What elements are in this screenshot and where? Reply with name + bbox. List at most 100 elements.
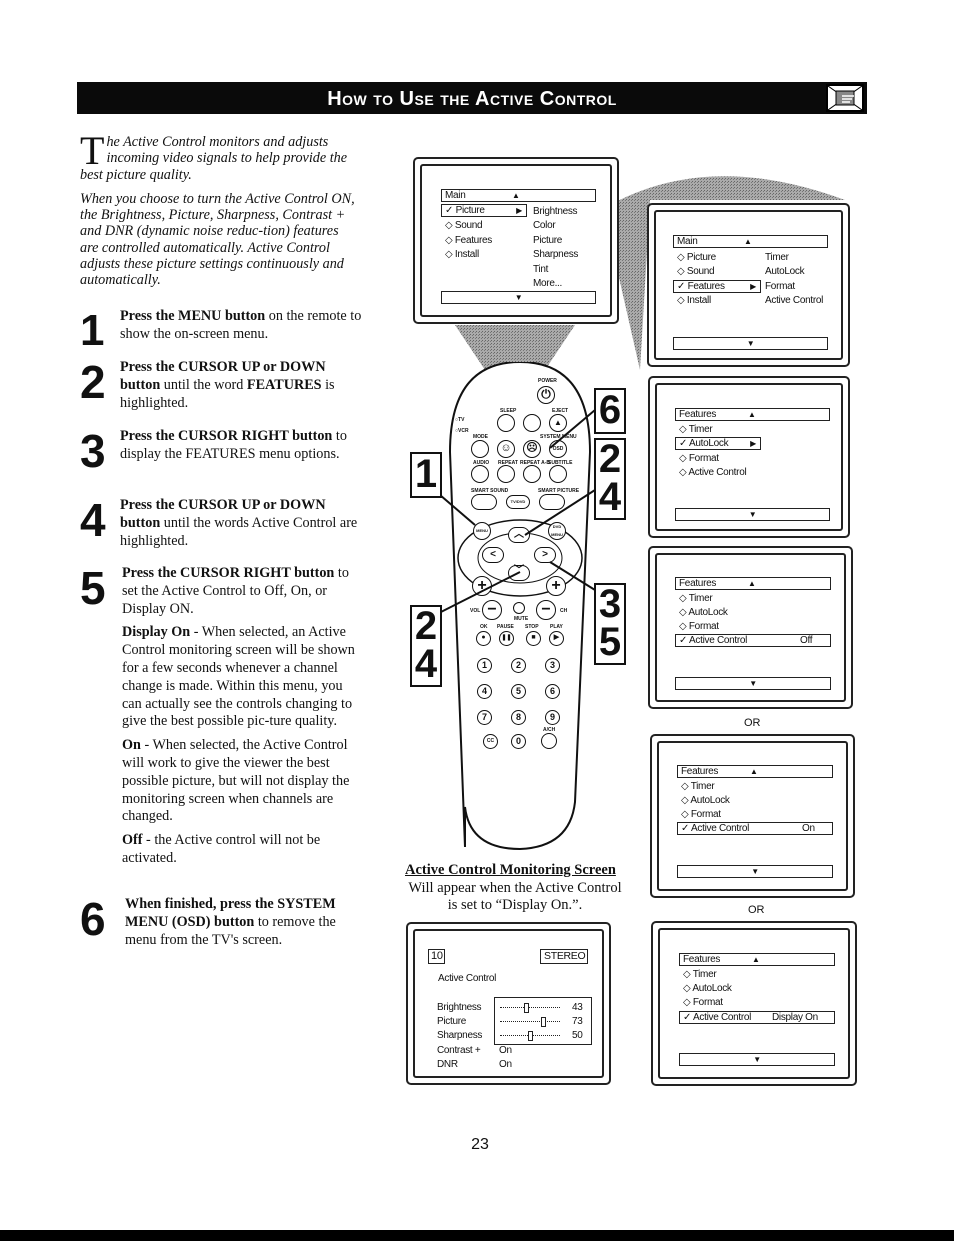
- menu-item-format[interactable]: ◇ Format: [683, 996, 723, 1009]
- option-off: Off - the Active control will not be act…: [122, 832, 321, 866]
- submenu-item-active-control[interactable]: Active Control: [765, 294, 823, 307]
- channel-number: 10: [428, 949, 445, 964]
- menu-item-active-control[interactable]: ◇ Active Control: [679, 466, 747, 479]
- alternate-channel-button[interactable]: [541, 733, 557, 749]
- scroll-down-bar[interactable]: ▼: [675, 508, 830, 521]
- down-arrow-icon: ▼: [749, 679, 757, 688]
- tv-screen-monitoring: 10 STEREO Active Control Brightness Pict…: [406, 922, 611, 1085]
- scroll-down-bar[interactable]: ▼: [679, 1053, 835, 1066]
- menu-title-bar: Features ▲: [675, 408, 830, 421]
- scroll-down-bar[interactable]: ▼: [673, 337, 828, 350]
- digit-8-button[interactable]: 8: [511, 710, 526, 725]
- menu-title-bar: Features ▲: [675, 577, 831, 590]
- slider-knob[interactable]: [528, 1031, 533, 1041]
- step-number: 5: [80, 562, 106, 614]
- menu-item-autolock[interactable]: ◇ AutoLock: [679, 606, 728, 619]
- submenu-item[interactable]: Picture: [533, 234, 562, 247]
- step-6: 6 When finished, press the SYSTEM MENU (…: [80, 896, 365, 952]
- menu-item-active-control-selected[interactable]: ✓ Active Control Off: [675, 634, 831, 647]
- menu-item-active-control-selected[interactable]: ✓ Active Control On: [677, 822, 833, 835]
- slider-knob[interactable]: [524, 1003, 530, 1013]
- scroll-down-bar[interactable]: ▼: [675, 677, 831, 690]
- menu-item-autolock-selected[interactable]: ✓ AutoLock ▶: [675, 437, 761, 450]
- digit-0-button[interactable]: 0: [511, 734, 526, 749]
- tv-screen-main-features: Main ▲ ◇ Picture ◇ Sound ✓ Features ▶ ◇ In…: [647, 203, 850, 367]
- active-control-value: On: [802, 823, 815, 834]
- submenu-item-more[interactable]: More...: [533, 277, 562, 290]
- tv-screen-main-picture: Main ▲ ✓ Picture ▶ ◇ Sound ◇ Features ◇ In…: [413, 157, 619, 324]
- menu-item-sound[interactable]: ◇ Sound: [445, 219, 483, 232]
- submenu-item[interactable]: Tint: [533, 263, 548, 276]
- step-5: 5 Press the CURSOR RIGHT button to set t…: [80, 565, 365, 885]
- intro-text: The Active Control monitors and adjusts …: [80, 128, 360, 297]
- menu-item-timer[interactable]: ◇ Timer: [679, 592, 713, 605]
- step-text: Press the CURSOR UP or DOWN button until…: [120, 359, 335, 411]
- step-2: 2 Press the CURSOR UP or DOWN button unt…: [80, 359, 365, 415]
- picture-slider[interactable]: [500, 1017, 560, 1027]
- drop-cap: T: [80, 128, 105, 173]
- slider-value: 73: [572, 1016, 583, 1027]
- step-4: 4 Press the CURSOR UP or DOWN button unt…: [80, 497, 365, 553]
- down-arrow-icon: ▼: [514, 293, 523, 302]
- menu-item-timer[interactable]: ◇ Timer: [679, 423, 713, 436]
- footer-bar: [0, 1230, 954, 1241]
- menu-title-bar: Main ▲: [441, 189, 596, 202]
- up-arrow-icon: ▲: [752, 955, 760, 964]
- menu-item-autolock[interactable]: ◇ AutoLock: [681, 794, 730, 807]
- submenu-item[interactable]: Brightness: [533, 205, 578, 218]
- tv-screen-features-autolock: Features ▲ ◇ Timer ✓ AutoLock ▶ ◇ Format ◇…: [648, 376, 850, 538]
- callout-step-1: 1: [410, 452, 442, 498]
- menu-item-picture-selected[interactable]: ✓ Picture ▶: [441, 204, 527, 217]
- slider-value: 50: [572, 1030, 583, 1041]
- menu-item-format[interactable]: ◇ Format: [679, 620, 719, 633]
- menu-item-timer[interactable]: ◇ Timer: [681, 780, 715, 793]
- callout-steps-2-4-up: 24: [594, 438, 626, 520]
- up-arrow-icon: ▲: [748, 410, 756, 419]
- menu-item-autolock[interactable]: ◇ AutoLock: [683, 982, 732, 995]
- step-3: 3 Press the CURSOR RIGHT button to displ…: [80, 428, 365, 484]
- scroll-down-bar[interactable]: ▼: [677, 865, 833, 878]
- tv-screen-active-control-display-on: Features ▲ ◇ Timer ◇ AutoLock ◇ Format ✓ …: [651, 921, 857, 1086]
- intro-paragraph-2: When you choose to turn the Active Contr…: [80, 190, 355, 289]
- menu-item-picture[interactable]: ◇ Picture: [677, 251, 716, 264]
- menu-item-sound[interactable]: ◇ Sound: [677, 265, 715, 278]
- submenu-item-format[interactable]: Format: [765, 280, 795, 293]
- toggle-value: On: [499, 1045, 512, 1056]
- intro-paragraph-1: he Active Control monitors and adjusts i…: [80, 134, 348, 183]
- menu-item-features-selected[interactable]: ✓ Features ▶: [673, 280, 761, 293]
- menu-item-install[interactable]: ◇ Install: [677, 294, 711, 307]
- slider-knob[interactable]: [540, 1017, 546, 1027]
- or-label: OR: [744, 717, 761, 729]
- submenu-item-autolock[interactable]: AutoLock: [765, 265, 805, 278]
- menu-item-timer[interactable]: ◇ Timer: [683, 968, 717, 981]
- menu-item-features[interactable]: ◇ Features: [445, 234, 492, 247]
- step-text: Press the MENU button on the remote to s…: [120, 308, 362, 342]
- scroll-down-bar[interactable]: ▼: [441, 291, 596, 304]
- up-arrow-icon: ▲: [744, 237, 752, 246]
- toggle-label: Contrast +: [437, 1045, 481, 1056]
- step-text: Press the CURSOR RIGHT button to set the…: [122, 565, 365, 868]
- digit-9-button[interactable]: 9: [545, 710, 560, 725]
- step-number: 1: [80, 306, 105, 355]
- sharpness-slider[interactable]: [500, 1031, 560, 1041]
- right-arrow-icon: ▶: [750, 282, 756, 291]
- menu-item-install[interactable]: ◇ Install: [445, 248, 479, 261]
- menu-item-format[interactable]: ◇ Format: [679, 452, 719, 465]
- tv-screen-active-control-off: Features ▲ ◇ Timer ◇ AutoLock ◇ Format ✓ …: [648, 546, 853, 709]
- menu-title-bar: Main ▲: [673, 235, 828, 248]
- down-arrow-icon: ▼: [751, 867, 759, 876]
- brightness-slider[interactable]: [500, 1003, 560, 1013]
- active-control-value: Display On: [772, 1012, 818, 1023]
- cc-button[interactable]: CC: [483, 734, 498, 749]
- submenu-item[interactable]: Sharpness: [533, 248, 578, 261]
- right-arrow-icon: ▶: [516, 206, 522, 215]
- callout-steps-3-5: 35: [594, 583, 626, 665]
- menu-item-format[interactable]: ◇ Format: [681, 808, 721, 821]
- submenu-item[interactable]: Color: [533, 219, 556, 232]
- digit-7-button[interactable]: 7: [477, 710, 492, 725]
- submenu-item-timer[interactable]: Timer: [765, 251, 789, 264]
- step-text: Press the CURSOR RIGHT button to display…: [120, 428, 347, 462]
- slider-value: 43: [572, 1002, 583, 1013]
- step-text: Press the CURSOR UP or DOWN button until…: [120, 497, 358, 549]
- menu-item-active-control-selected[interactable]: ✓ Active Control Display On: [679, 1011, 835, 1024]
